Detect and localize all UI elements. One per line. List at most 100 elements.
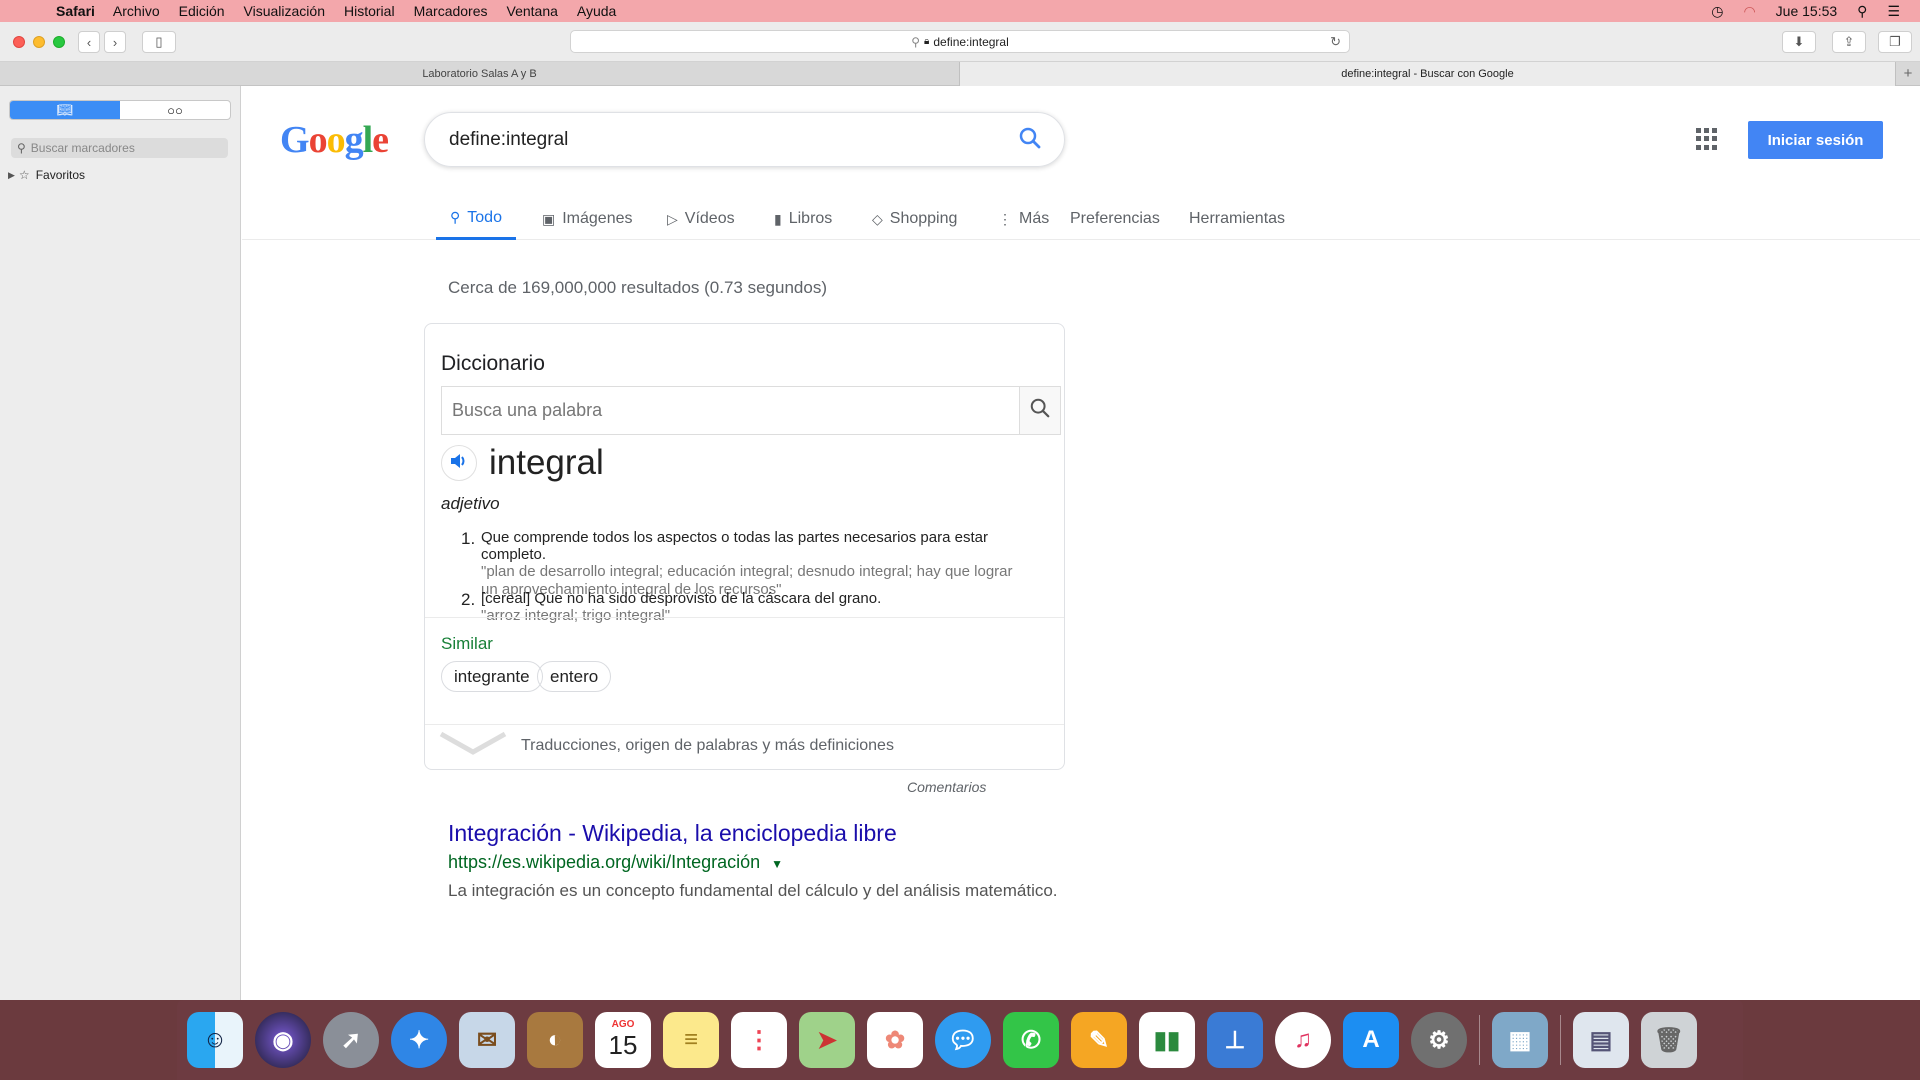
calendar-day: 15 <box>608 1030 638 1060</box>
dictionary-search-button[interactable] <box>1019 386 1061 435</box>
chevron-left-icon: ‹ <box>86 34 92 50</box>
close-window-button[interactable] <box>13 36 25 48</box>
trash-icon[interactable]: 🗑︎ <box>1641 1012 1697 1068</box>
notes-icon[interactable]: ≡ <box>663 1012 719 1068</box>
reload-icon[interactable]: ↻ <box>1330 34 1341 50</box>
safari-icon[interactable]: ✦ <box>391 1012 447 1068</box>
mail-icon[interactable]: ✉ <box>459 1012 515 1068</box>
tabs-icon: ❐ <box>1889 34 1901 49</box>
dictionary-search-input[interactable]: Busca una palabra <box>441 386 1020 435</box>
favorites-label: Favoritos <box>35 168 86 182</box>
tab-overview-button[interactable]: ❐ <box>1878 31 1912 53</box>
menu-ventana[interactable]: Ventana <box>507 3 558 19</box>
search-icon[interactable] <box>1018 126 1042 156</box>
dock-separator <box>1479 1015 1480 1065</box>
tab-laboratorio[interactable]: Laboratorio Salas A y B <box>0 62 960 86</box>
menu-marcadores[interactable]: Marcadores <box>414 3 488 19</box>
definition-example: "arroz integral; trigo integral" <box>481 607 671 624</box>
bookmark-search-input[interactable]: ⚲ Buscar marcadores <box>11 138 228 158</box>
tab-todo[interactable]: ⚲ Todo <box>436 198 516 240</box>
minimize-window-button[interactable] <box>33 36 45 48</box>
disclosure-triangle-icon[interactable]: ▶ <box>8 170 15 181</box>
contacts-icon[interactable]: ◐ <box>527 1012 583 1068</box>
sign-in-button[interactable]: Iniciar sesión <box>1748 121 1883 159</box>
address-bar[interactable]: ⚲ 🔒︎ define:integral ↻ <box>570 30 1350 53</box>
itunes-icon[interactable]: ♫ <box>1275 1012 1331 1068</box>
search-icon: ⚲ <box>911 34 921 49</box>
tab-videos[interactable]: ▷ Vídeos <box>667 198 735 240</box>
more-vertical-icon: ⋮ <box>998 210 1012 227</box>
menu-historial[interactable]: Historial <box>344 3 395 19</box>
new-tab-icon[interactable]: + <box>1896 62 1920 85</box>
google-apps-icon[interactable] <box>1696 128 1718 150</box>
time-machine-icon[interactable]: ◷ <box>1711 3 1723 20</box>
result-url[interactable]: https://es.wikipedia.org/wiki/Integració… <box>448 852 783 873</box>
tab-libros[interactable]: ▮ Libros <box>774 198 832 240</box>
tab-preferencias[interactable]: Preferencias <box>1070 198 1160 240</box>
search-icon <box>1029 397 1051 424</box>
result-stats: Cerca de 169,000,000 resultados (0.73 se… <box>448 278 827 297</box>
tab-google-search[interactable]: define:integral - Buscar con Google <box>960 62 1896 86</box>
menu-edicion[interactable]: Edición <box>179 3 225 19</box>
numbers-icon[interactable]: ▮▮ <box>1139 1012 1195 1068</box>
definition-1: 1. Que comprende todos los aspectos o to… <box>461 529 1021 599</box>
bookmarks-tab[interactable]: 📖︎ <box>10 101 120 119</box>
document-icon[interactable]: ▤ <box>1573 1012 1629 1068</box>
similar-chip-entero[interactable]: entero <box>537 661 612 692</box>
finder-icon[interactable]: ☺ <box>187 1012 243 1068</box>
photos-icon[interactable]: ✿ <box>867 1012 923 1068</box>
share-button[interactable]: ⇪ <box>1832 31 1866 53</box>
app-store-icon[interactable]: A <box>1343 1012 1399 1068</box>
system-preferences-icon[interactable]: ⚙ <box>1411 1012 1467 1068</box>
tab-mas-label: Más <box>1019 210 1050 227</box>
tab-imagenes[interactable]: ▣ Imágenes <box>542 198 633 240</box>
tab-shopping[interactable]: ◇ Shopping <box>872 198 957 240</box>
messages-icon[interactable]: 💬︎ <box>935 1012 991 1068</box>
menu-bar: Safari Archivo Edición Visualización His… <box>0 0 1920 22</box>
pages-icon[interactable]: ✎ <box>1071 1012 1127 1068</box>
chevron-down-icon[interactable] <box>439 730 507 761</box>
menu-ayuda[interactable]: Ayuda <box>577 3 616 19</box>
back-button[interactable]: ‹ <box>78 31 100 53</box>
reading-list-tab[interactable]: ○○ <box>120 101 230 119</box>
zoom-window-button[interactable] <box>53 36 65 48</box>
menubar-clock[interactable]: Jue 15:53 <box>1776 3 1838 19</box>
siri-icon[interactable]: ◉ <box>255 1012 311 1068</box>
divider <box>425 617 1064 618</box>
menu-safari[interactable]: Safari <box>56 3 95 19</box>
tab-libros-label: Libros <box>788 210 833 227</box>
image-icon: ▣ <box>542 210 556 227</box>
tab-todo-label: Todo <box>467 208 502 226</box>
wifi-icon[interactable]: ◠ <box>1743 3 1755 20</box>
google-search-input[interactable]: define:integral <box>424 112 1065 167</box>
menu-archivo[interactable]: Archivo <box>113 3 160 19</box>
calendar-icon[interactable]: AGO 15 <box>595 1012 651 1068</box>
spotlight-icon[interactable]: ⚲ <box>1857 3 1867 20</box>
keynote-icon[interactable]: ⊥ <box>1207 1012 1263 1068</box>
notification-center-icon[interactable]: ☰ <box>1887 3 1900 20</box>
launchpad-icon[interactable]: ➚ <box>323 1012 379 1068</box>
feedback-link[interactable]: Comentarios <box>907 779 986 795</box>
definition-text: Que comprende todos los aspectos o todas… <box>481 529 988 563</box>
maps-icon[interactable]: ➤ <box>799 1012 855 1068</box>
facetime-icon[interactable]: ✆ <box>1003 1012 1059 1068</box>
tab-imagenes-label: Imágenes <box>562 210 633 227</box>
similar-chip-integrante[interactable]: integrante <box>441 661 543 692</box>
dock-separator <box>1560 1015 1561 1065</box>
pronunciation-button[interactable] <box>441 445 477 481</box>
preview-icon[interactable]: ▦ <box>1492 1012 1548 1068</box>
more-definitions-link[interactable]: Traducciones, origen de palabras y más d… <box>521 737 894 755</box>
web-content: Google define:integral Iniciar sesión ⚲ T… <box>242 86 1920 1000</box>
dictionary-word: integral <box>489 443 604 482</box>
menu-visualizacion[interactable]: Visualización <box>244 3 325 19</box>
caret-down-icon[interactable]: ▼ <box>771 857 783 871</box>
result-title-link[interactable]: Integración - Wikipedia, la enciclopedia… <box>448 820 897 847</box>
forward-button[interactable]: › <box>104 31 126 53</box>
reminders-icon[interactable]: ⋮ <box>731 1012 787 1068</box>
google-doodle-logo[interactable]: Google <box>280 118 389 162</box>
tab-herramientas[interactable]: Herramientas <box>1189 198 1285 240</box>
tab-mas[interactable]: ⋮ Más <box>998 198 1049 240</box>
favorites-folder[interactable]: ▶ ☆ Favoritos <box>8 168 85 182</box>
downloads-button[interactable]: ⬇ <box>1782 31 1816 53</box>
sidebar-toggle-button[interactable]: ▯ <box>142 31 176 53</box>
